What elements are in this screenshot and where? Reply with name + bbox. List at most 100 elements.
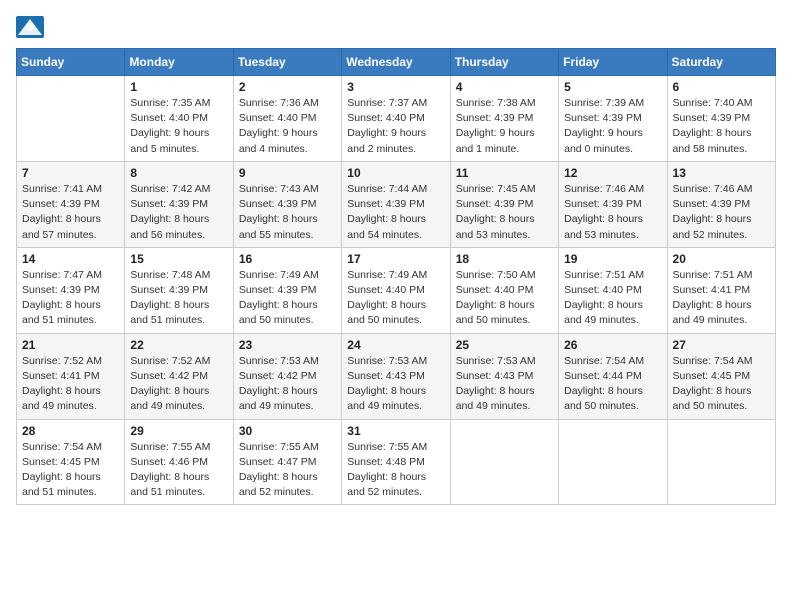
calendar-cell: 10 Sunrise: 7:44 AMSunset: 4:39 PMDayligh… — [342, 161, 450, 247]
day-info: Sunrise: 7:43 AMSunset: 4:39 PMDaylight:… — [239, 182, 336, 243]
day-info: Sunrise: 7:47 AMSunset: 4:39 PMDaylight:… — [22, 268, 119, 329]
day-number: 12 — [564, 166, 661, 180]
weekday-header-thursday: Thursday — [450, 49, 558, 76]
day-info: Sunrise: 7:40 AMSunset: 4:39 PMDaylight:… — [673, 96, 770, 157]
day-info: Sunrise: 7:46 AMSunset: 4:39 PMDaylight:… — [564, 182, 661, 243]
day-number: 24 — [347, 338, 444, 352]
day-info: Sunrise: 7:54 AMSunset: 4:45 PMDaylight:… — [22, 440, 119, 501]
calendar-week-row: 14 Sunrise: 7:47 AMSunset: 4:39 PMDayligh… — [17, 247, 776, 333]
day-info: Sunrise: 7:54 AMSunset: 4:45 PMDaylight:… — [673, 354, 770, 415]
day-info: Sunrise: 7:41 AMSunset: 4:39 PMDaylight:… — [22, 182, 119, 243]
calendar-cell: 12 Sunrise: 7:46 AMSunset: 4:39 PMDayligh… — [559, 161, 667, 247]
day-info: Sunrise: 7:50 AMSunset: 4:40 PMDaylight:… — [456, 268, 553, 329]
day-info: Sunrise: 7:38 AMSunset: 4:39 PMDaylight:… — [456, 96, 553, 157]
day-number: 26 — [564, 338, 661, 352]
day-info: Sunrise: 7:42 AMSunset: 4:39 PMDaylight:… — [130, 182, 227, 243]
weekday-header-wednesday: Wednesday — [342, 49, 450, 76]
day-number: 8 — [130, 166, 227, 180]
calendar-cell — [450, 419, 558, 505]
weekday-header-monday: Monday — [125, 49, 233, 76]
calendar-body: 1 Sunrise: 7:35 AMSunset: 4:40 PMDaylight… — [17, 76, 776, 505]
day-info: Sunrise: 7:52 AMSunset: 4:41 PMDaylight:… — [22, 354, 119, 415]
day-number: 27 — [673, 338, 770, 352]
day-info: Sunrise: 7:55 AMSunset: 4:47 PMDaylight:… — [239, 440, 336, 501]
calendar-cell: 15Sunrise: 7:48 AMSunset: 4:39 PMDayligh… — [125, 247, 233, 333]
calendar-cell: 29 Sunrise: 7:55 AMSunset: 4:46 PMDayligh… — [125, 419, 233, 505]
day-info: Sunrise: 7:51 AMSunset: 4:41 PMDaylight:… — [673, 268, 770, 329]
logo — [16, 16, 46, 38]
day-info: Sunrise: 7:52 AMSunset: 4:42 PMDaylight:… — [130, 354, 227, 415]
day-number: 10 — [347, 166, 444, 180]
calendar-cell: 1 Sunrise: 7:35 AMSunset: 4:40 PMDaylight… — [125, 76, 233, 162]
weekday-header-tuesday: Tuesday — [233, 49, 341, 76]
calendar-cell: 7 Sunrise: 7:41 AMSunset: 4:39 PMDaylight… — [17, 161, 125, 247]
weekday-header-friday: Friday — [559, 49, 667, 76]
day-number: 2 — [239, 80, 336, 94]
day-info: Sunrise: 7:39 AMSunset: 4:39 PMDaylight:… — [564, 96, 661, 157]
calendar-cell — [667, 419, 775, 505]
day-info: Sunrise: 7:55 AMSunset: 4:48 PMDaylight:… — [347, 440, 444, 501]
calendar-cell: 19 Sunrise: 7:51 AMSunset: 4:40 PMDayligh… — [559, 247, 667, 333]
calendar-cell: 9 Sunrise: 7:43 AMSunset: 4:39 PMDaylight… — [233, 161, 341, 247]
day-number: 19 — [564, 252, 661, 266]
day-number: 21 — [22, 338, 119, 352]
day-number: 13 — [673, 166, 770, 180]
calendar-cell: 25 Sunrise: 7:53 AMSunset: 4:43 PMDayligh… — [450, 333, 558, 419]
calendar-cell: 22 Sunrise: 7:52 AMSunset: 4:42 PMDayligh… — [125, 333, 233, 419]
calendar-cell: 20 Sunrise: 7:51 AMSunset: 4:41 PMDayligh… — [667, 247, 775, 333]
day-number: 4 — [456, 80, 553, 94]
calendar-cell: 27 Sunrise: 7:54 AMSunset: 4:45 PMDayligh… — [667, 333, 775, 419]
day-number: 14 — [22, 252, 119, 266]
day-number: 11 — [456, 166, 553, 180]
calendar-cell: 16 Sunrise: 7:49 AMSunset: 4:39 PMDayligh… — [233, 247, 341, 333]
calendar-cell: 30Sunrise: 7:55 AMSunset: 4:47 PMDayligh… — [233, 419, 341, 505]
day-info: Sunrise: 7:37 AMSunset: 4:40 PMDaylight:… — [347, 96, 444, 157]
day-number: 7 — [22, 166, 119, 180]
day-number: 17 — [347, 252, 444, 266]
calendar-cell: 18 Sunrise: 7:50 AMSunset: 4:40 PMDayligh… — [450, 247, 558, 333]
day-number: 20 — [673, 252, 770, 266]
day-info: Sunrise: 7:54 AMSunset: 4:44 PMDaylight:… — [564, 354, 661, 415]
logo-icon — [16, 16, 44, 38]
day-number: 22 — [130, 338, 227, 352]
day-info: Sunrise: 7:46 AMSunset: 4:39 PMDaylight:… — [673, 182, 770, 243]
day-info: Sunrise: 7:51 AMSunset: 4:40 PMDaylight:… — [564, 268, 661, 329]
calendar-cell: 11Sunrise: 7:45 AMSunset: 4:39 PMDayligh… — [450, 161, 558, 247]
calendar-cell: 17 Sunrise: 7:49 AMSunset: 4:40 PMDayligh… — [342, 247, 450, 333]
day-number: 23 — [239, 338, 336, 352]
day-info: Sunrise: 7:55 AMSunset: 4:46 PMDaylight:… — [130, 440, 227, 501]
day-number: 29 — [130, 424, 227, 438]
day-number: 25 — [456, 338, 553, 352]
day-number: 6 — [673, 80, 770, 94]
calendar-cell: 6 Sunrise: 7:40 AMSunset: 4:39 PMDaylight… — [667, 76, 775, 162]
day-info: Sunrise: 7:53 AMSunset: 4:43 PMDaylight:… — [456, 354, 553, 415]
calendar-cell: 5 Sunrise: 7:39 AMSunset: 4:39 PMDaylight… — [559, 76, 667, 162]
day-info: Sunrise: 7:53 AMSunset: 4:43 PMDaylight:… — [347, 354, 444, 415]
calendar-cell: 21 Sunrise: 7:52 AMSunset: 4:41 PMDayligh… — [17, 333, 125, 419]
day-info: Sunrise: 7:49 AMSunset: 4:40 PMDaylight:… — [347, 268, 444, 329]
calendar-cell: 4 Sunrise: 7:38 AMSunset: 4:39 PMDaylight… — [450, 76, 558, 162]
day-info: Sunrise: 7:35 AMSunset: 4:40 PMDaylight:… — [130, 96, 227, 157]
weekday-header-saturday: Saturday — [667, 49, 775, 76]
day-number: 31 — [347, 424, 444, 438]
day-number: 16 — [239, 252, 336, 266]
day-info: Sunrise: 7:44 AMSunset: 4:39 PMDaylight:… — [347, 182, 444, 243]
calendar-cell — [559, 419, 667, 505]
day-number: 9 — [239, 166, 336, 180]
day-number: 1 — [130, 80, 227, 94]
day-number: 5 — [564, 80, 661, 94]
day-info: Sunrise: 7:49 AMSunset: 4:39 PMDaylight:… — [239, 268, 336, 329]
calendar-table: SundayMondayTuesdayWednesdayThursdayFrid… — [16, 48, 776, 505]
calendar-cell: 2Sunrise: 7:36 AMSunset: 4:40 PMDaylight… — [233, 76, 341, 162]
calendar-week-row: 21 Sunrise: 7:52 AMSunset: 4:41 PMDayligh… — [17, 333, 776, 419]
calendar-cell — [17, 76, 125, 162]
calendar-week-row: 7 Sunrise: 7:41 AMSunset: 4:39 PMDaylight… — [17, 161, 776, 247]
day-number: 3 — [347, 80, 444, 94]
day-number: 15 — [130, 252, 227, 266]
weekday-header-sunday: Sunday — [17, 49, 125, 76]
calendar-header-row: SundayMondayTuesdayWednesdayThursdayFrid… — [17, 49, 776, 76]
calendar-cell: 26 Sunrise: 7:54 AMSunset: 4:44 PMDayligh… — [559, 333, 667, 419]
calendar-cell: 3 Sunrise: 7:37 AMSunset: 4:40 PMDaylight… — [342, 76, 450, 162]
calendar-cell: 31 Sunrise: 7:55 AMSunset: 4:48 PMDayligh… — [342, 419, 450, 505]
day-number: 18 — [456, 252, 553, 266]
